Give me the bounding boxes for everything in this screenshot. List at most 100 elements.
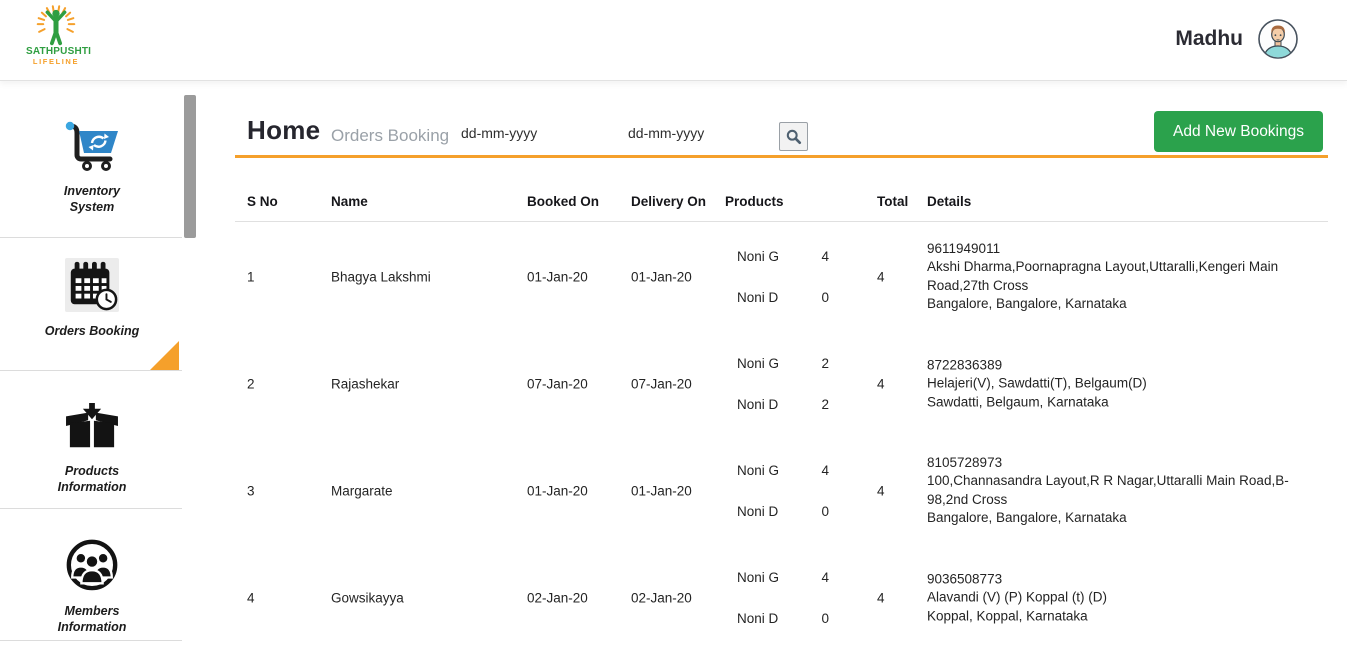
add-new-bookings-button[interactable]: Add New Bookings [1154,111,1323,152]
details-location: Bangalore, Bangalore, Karnataka [927,509,1325,528]
product-line: Noni G 2 [737,355,829,372]
row-booked-on: 01-Jan-20 [527,483,588,498]
product-name: Noni G [737,248,779,265]
product-name: Noni G [737,355,779,372]
row-sno: 4 [247,590,255,605]
product-qty: 0 [821,503,829,520]
product-name: Noni G [737,462,779,479]
col-header-details: Details [927,194,971,209]
row-total: 4 [877,269,885,284]
table-row: 3 Margarate 01-Jan-20 01-Jan-20 Noni G4N… [235,437,1328,544]
row-total: 4 [877,376,885,391]
col-header-booked-on: Booked On [527,194,599,209]
row-sno: 2 [247,376,255,391]
date-from-input[interactable] [461,125,601,141]
product-qty: 4 [821,248,829,265]
sidebar-item-orders-booking[interactable]: Orders Booking [0,258,184,339]
product-name: Noni D [737,503,778,520]
row-name: Margarate [331,483,393,498]
sidebar-item-members-information[interactable]: Members Information [0,536,184,636]
table-header-row: S No Name Booked On Delivery On Products… [235,182,1328,222]
product-name: Noni D [737,396,778,413]
search-button[interactable] [779,122,808,151]
active-indicator-triangle [150,341,179,370]
product-line: Noni G4 [737,569,829,586]
col-header-total: Total [877,194,908,209]
user-menu[interactable]: Madhu [1175,19,1298,59]
row-delivery-on: 07-Jan-20 [631,376,692,391]
page-subtitle: Orders Booking [331,126,449,146]
details-phone: 8722836389 [927,356,1325,375]
product-name: Noni G [737,569,779,586]
table-row: 1 Bhagya Lakshmi 01-Jan-20 01-Jan-20 Non… [235,223,1328,330]
row-booked-on: 07-Jan-20 [527,376,588,391]
page-title: Home [247,115,320,146]
orders-calendar-clock-icon [0,258,184,317]
sidebar-scrollbar[interactable] [184,95,196,238]
row-total: 4 [877,590,885,605]
logo-figure-icon [33,4,79,46]
details-location: Koppal, Koppal, Karnataka [927,607,1325,626]
row-products: Noni G4 Noni D 0 [737,437,829,544]
row-details: 9036508773 Alavandi (V) (P) Koppal (t) (… [927,570,1325,626]
details-address: Helajeri(V), Sawdatti(T), Belgaum(D) [927,374,1325,393]
logo-subtitle: LIFELINE [26,57,86,66]
row-delivery-on: 02-Jan-20 [631,590,692,605]
details-location: Sawdatti, Belgaum, Karnataka [927,393,1325,412]
table-row: 4 Gowsikayya 02-Jan-20 02-Jan-20 Noni G4… [235,544,1328,649]
sidebar-item-label: Inventory System [40,183,144,216]
product-qty: 2 [821,355,829,372]
col-header-delivery-on: Delivery On [631,194,706,209]
details-phone: 8105728973 [927,454,1325,473]
product-qty: 2 [821,396,829,413]
product-line: Noni D 2 [737,396,829,413]
product-line: Noni D0 [737,289,829,306]
product-name: Noni D [737,610,778,627]
table-row: 2 Rajashekar 07-Jan-20 07-Jan-20 Noni G 2… [235,330,1328,437]
sidebar-item-label: Products Information [40,463,144,496]
row-name: Rajashekar [331,376,399,391]
sidebar-item-inventory-system[interactable]: Inventory System [0,120,184,216]
row-sno: 3 [247,483,255,498]
details-address: Alavandi (V) (P) Koppal (t) (D) [927,588,1325,607]
row-sno: 1 [247,269,255,284]
col-header-products: Products [725,194,784,209]
product-qty: 0 [821,610,829,627]
members-group-icon [0,536,184,597]
top-header: SATHPUSHTI LIFELINE Madhu [0,0,1347,81]
app-logo: SATHPUSHTI LIFELINE [26,4,86,66]
search-icon [785,128,802,145]
sidebar-divider [0,370,182,371]
row-products: Noni G 2 Noni D 2 [737,330,829,437]
row-name: Bhagya Lakshmi [331,269,431,284]
row-delivery-on: 01-Jan-20 [631,483,692,498]
toolbar: Home Orders Booking Add New Bookings [235,82,1328,158]
sidebar-item-products-information[interactable]: Products Information [0,402,184,496]
row-delivery-on: 01-Jan-20 [631,269,692,284]
sidebar-item-label: Orders Booking [40,323,144,339]
sidebar: Inventory System Orders Booking [0,82,210,649]
row-name: Gowsikayya [331,590,404,605]
row-details: 8105728973 100,Channasandra Layout,R R N… [927,454,1325,528]
sidebar-divider [0,508,182,509]
row-details: 9611949011 Akshi Dharma,Poornapragna Lay… [927,240,1325,314]
main-content: Home Orders Booking Add New Bookings S N… [235,82,1328,649]
col-header-name: Name [331,194,368,209]
logo-title: SATHPUSHTI [26,46,86,57]
details-phone: 9611949011 [927,240,1325,259]
details-phone: 9036508773 [927,570,1325,589]
product-line: Noni G4 [737,462,829,479]
product-line: Noni D 0 [737,610,829,627]
date-to-input[interactable] [628,125,768,141]
sidebar-item-label: Members Information [40,603,144,636]
sidebar-divider [0,640,182,641]
inventory-cart-icon [0,120,184,177]
row-booked-on: 02-Jan-20 [527,590,588,605]
product-qty: 0 [821,289,829,306]
user-avatar-icon [1258,19,1298,59]
product-line: Noni D 0 [737,503,829,520]
products-open-box-icon [0,402,184,457]
sidebar-divider [0,237,182,238]
row-products: Noni G4 Noni D 0 [737,544,829,649]
details-address: 100,Channasandra Layout,R R Nagar,Uttara… [927,472,1325,509]
